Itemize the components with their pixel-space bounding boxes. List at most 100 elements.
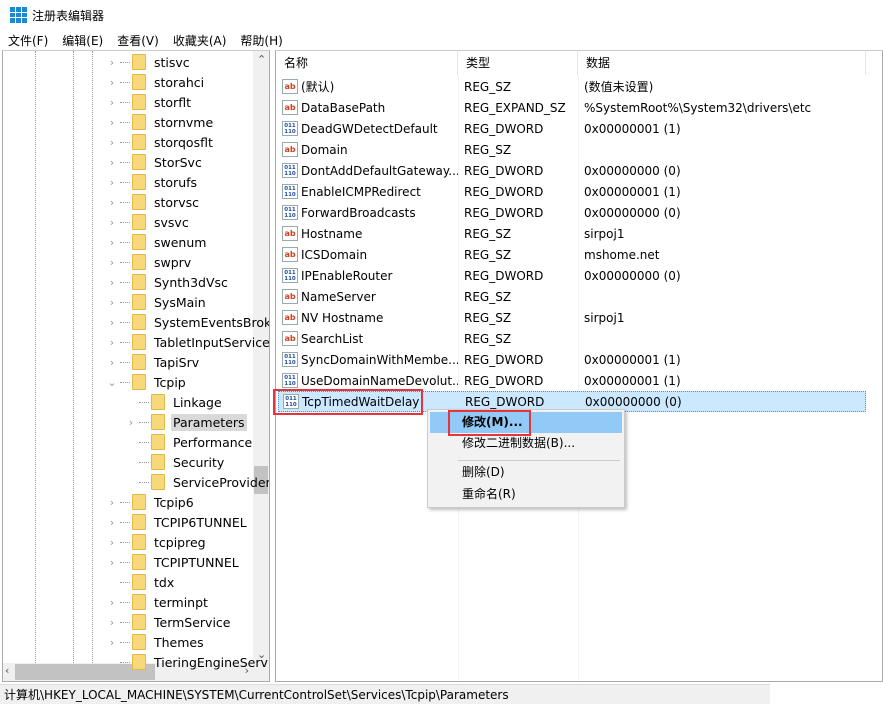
value-row[interactable]: 011 110 DeadGWDetectDefault REG_DWORD 0x000…	[278, 118, 866, 139]
chevron-right-icon[interactable]: ›	[106, 236, 118, 249]
chevron-right-icon[interactable]: ›	[106, 636, 118, 649]
chevron-right-icon[interactable]: ›	[106, 356, 118, 369]
menu-item[interactable]: 帮助(H)	[240, 32, 282, 49]
menu-separator	[458, 460, 620, 461]
value-name: ForwardBroadcasts	[301, 205, 416, 220]
chevron-right-icon[interactable]: ›	[106, 216, 118, 229]
tree-item-label: TCPIPTUNNEL	[154, 554, 239, 570]
chevron-right-icon[interactable]: ›	[106, 496, 118, 509]
chevron-right-icon[interactable]: ›	[106, 116, 118, 129]
value-row[interactable]: 011 110 IPEnableRouter REG_DWORD 0x00000000…	[278, 265, 866, 286]
context-menu-item[interactable]: 删除(D)	[430, 462, 622, 483]
chevron-right-icon[interactable]: ›	[106, 596, 118, 609]
value-row[interactable]: 011 110 EnableICMPRedirect REG_DWORD 0x0000…	[278, 181, 866, 202]
tree-item[interactable]: › storufs	[106, 172, 199, 192]
column-header-type[interactable]: 类型	[458, 51, 578, 75]
tree-item[interactable]: › TermService	[106, 612, 233, 632]
value-row[interactable]: 011 110 ForwardBroadcasts REG_DWORD 0x00000…	[278, 202, 866, 223]
value-row[interactable]: ab SearchList REG_SZ	[278, 328, 866, 349]
tree-item[interactable]: Performance	[125, 432, 254, 452]
values-list[interactable]: 名称 类型 数据 ab (默认) REG_SZ (数值未设置) ab DataBasePa…	[275, 50, 883, 682]
value-row[interactable]: ab NV Hostname REG_SZ sirpoj1	[278, 307, 866, 328]
chevron-right-icon[interactable]: ›	[106, 316, 118, 329]
value-row[interactable]: 011 110 UseDomainNameDevolut... REG_DWORD 0…	[278, 370, 866, 391]
tree-item[interactable]: › storqosflt	[106, 132, 215, 152]
tree-item[interactable]: › svsvc	[106, 212, 191, 232]
tree-item[interactable]: ⌄ Tcpip	[106, 372, 188, 392]
chevron-right-icon[interactable]: ›	[106, 96, 118, 109]
tree-item[interactable]: › terminpt	[106, 592, 210, 612]
chevron-right-icon[interactable]: ›	[106, 76, 118, 89]
chevron-right-icon[interactable]: ›	[106, 136, 118, 149]
tree-item[interactable]: › TabletInputService	[106, 332, 269, 352]
tree-item[interactable]: › stornvme	[106, 112, 215, 132]
context-menu-item[interactable]: 重命名(R)	[430, 484, 622, 505]
chevron-right-icon[interactable]: ›	[106, 536, 118, 549]
value-data: sirpoj1	[584, 310, 625, 325]
chevron-down-icon[interactable]: ⌄	[106, 376, 118, 389]
chevron-right-icon[interactable]: ›	[106, 276, 118, 289]
tree-item[interactable]: › stisvc	[106, 52, 192, 72]
folder-icon	[132, 254, 146, 270]
tree-item[interactable]: › StorSvc	[106, 152, 204, 172]
tree-item[interactable]: › tcpipreg	[106, 532, 208, 552]
chevron-right-icon[interactable]: ›	[106, 296, 118, 309]
tree-item[interactable]: tdx	[106, 572, 176, 592]
chevron-right-icon[interactable]: ›	[106, 156, 118, 169]
tree-vertical-scrollbar[interactable]: ⌃ ⌄	[253, 51, 269, 663]
scroll-left-icon[interactable]: ‹	[5, 664, 9, 677]
tree-item[interactable]: › TCPIP6TUNNEL	[106, 512, 249, 532]
tree-item[interactable]: › Tcpip6	[106, 492, 196, 512]
menu-item[interactable]: 文件(F)	[8, 32, 48, 49]
value-name: Hostname	[301, 226, 363, 241]
tree-item[interactable]: › storflt	[106, 92, 193, 112]
value-row[interactable]: ab (默认) REG_SZ (数值未设置)	[278, 76, 866, 97]
tree-item[interactable]: › swenum	[106, 232, 208, 252]
value-row[interactable]: 011 110 SyncDomainWithMembe... REG_DWORD 0x…	[278, 349, 866, 370]
chevron-right-icon[interactable]: ›	[106, 256, 118, 269]
value-row[interactable]: ab Domain REG_SZ	[278, 139, 866, 160]
tree-item[interactable]: › TapiSrv	[106, 352, 201, 372]
tree-item[interactable]: › swprv	[106, 252, 193, 272]
chevron-right-icon[interactable]: ›	[106, 556, 118, 569]
tree-item[interactable]: › SystemEventsBroker	[106, 312, 269, 332]
tree-item[interactable]: › storvsc	[106, 192, 201, 212]
chevron-right-icon[interactable]: ›	[106, 176, 118, 189]
tree-item[interactable]: › SysMain	[106, 292, 208, 312]
tree-item[interactable]: TieringEngineService	[106, 652, 269, 672]
value-type: REG_SZ	[464, 79, 512, 94]
tree-item[interactable]: › Themes	[106, 632, 206, 652]
scroll-up-icon[interactable]: ⌃	[257, 53, 266, 66]
folder-icon	[132, 514, 146, 530]
menu-item[interactable]: 编辑(E)	[62, 32, 103, 49]
chevron-right-icon[interactable]: ›	[106, 616, 118, 629]
chevron-right-icon[interactable]: ›	[106, 336, 118, 349]
tree-item-label: svsvc	[154, 214, 189, 230]
chevron-right-icon[interactable]: ›	[106, 56, 118, 69]
chevron-right-icon[interactable]: ›	[106, 516, 118, 529]
tree-item[interactable]: Linkage	[125, 392, 224, 412]
value-data: (数值未设置)	[584, 80, 654, 94]
column-header-name[interactable]: 名称	[276, 51, 458, 75]
tree-item[interactable]: › TCPIPTUNNEL	[106, 552, 241, 572]
folder-icon	[132, 294, 146, 310]
tree-item[interactable]: › Synth3dVsc	[106, 272, 230, 292]
column-header-data[interactable]: 数据	[578, 51, 866, 75]
chevron-right-icon[interactable]: ›	[125, 416, 137, 429]
value-row[interactable]: ab Hostname REG_SZ sirpoj1	[278, 223, 866, 244]
chevron-right-icon[interactable]: ›	[106, 196, 118, 209]
registry-tree[interactable]: ⌃ ⌄ ‹ › › stisvc › storahci › storflt › stornvm…	[2, 50, 270, 682]
tree-item[interactable]: Security	[125, 452, 226, 472]
tree-item[interactable]: › Parameters	[125, 412, 247, 432]
value-row[interactable]: ab DataBasePath REG_EXPAND_SZ %SystemRoot%\…	[278, 97, 866, 118]
menu-item[interactable]: 收藏夹(A)	[173, 32, 227, 49]
value-row[interactable]: ab ICSDomain REG_SZ mshome.net	[278, 244, 866, 265]
folder-icon	[132, 234, 146, 250]
value-row[interactable]: 011 110 DontAddDefaultGateway... REG_DWORD…	[278, 160, 866, 181]
context-menu-item[interactable]: 修改二进制数据(B)...	[430, 433, 622, 454]
folder-icon	[132, 114, 146, 130]
menu-item[interactable]: 查看(V)	[117, 32, 159, 49]
tree-item[interactable]: ServiceProvider	[125, 472, 269, 492]
tree-item[interactable]: › storahci	[106, 72, 206, 92]
value-row[interactable]: ab NameServer REG_SZ	[278, 286, 866, 307]
